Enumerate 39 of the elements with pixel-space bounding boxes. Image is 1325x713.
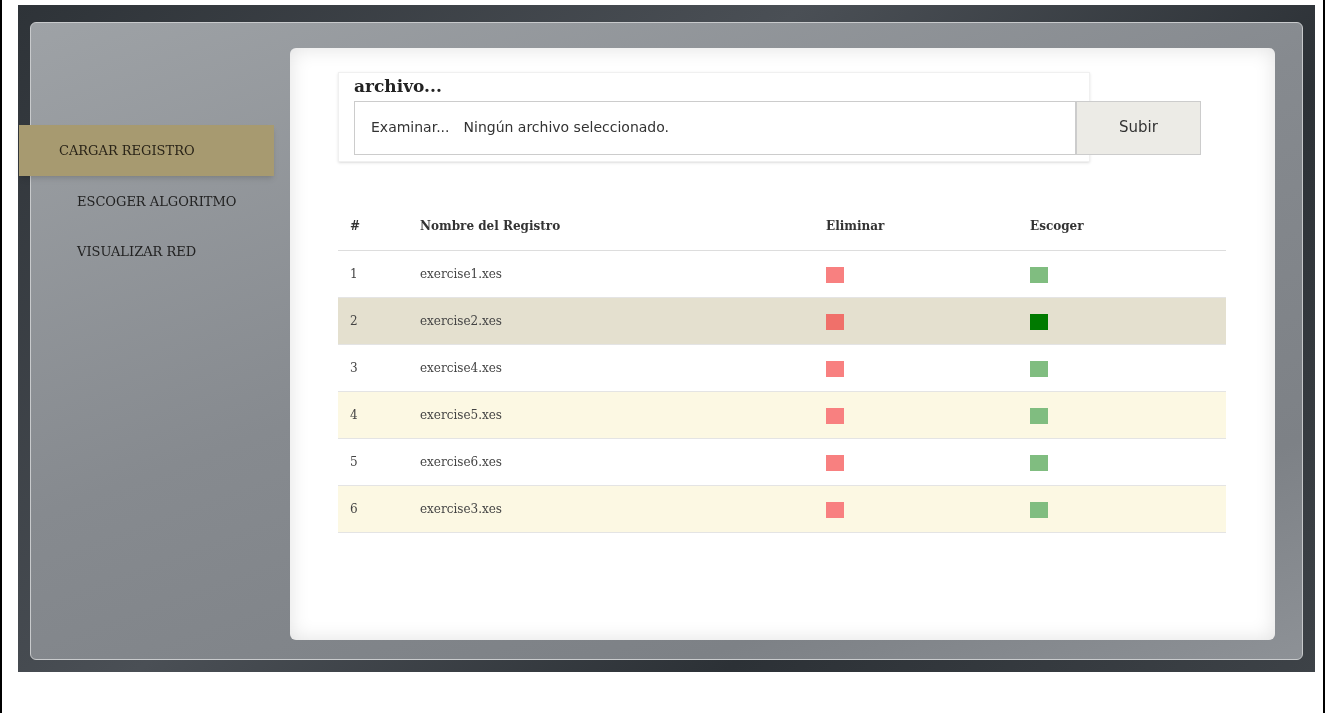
- choose-square-icon[interactable]: [1030, 501, 1048, 518]
- file-input[interactable]: Examinar... Ningún archivo seleccionado.: [354, 100, 1076, 155]
- file-name: exercise3.xes: [420, 502, 502, 516]
- nav-item[interactable]: CARGAR REGISTRO: [19, 125, 274, 176]
- table-row[interactable]: 1 exercise1.xes: [338, 250, 1226, 298]
- column-header: #: [350, 219, 361, 234]
- file-status: Ningún archivo seleccionado.: [463, 118, 669, 137]
- upload-button[interactable]: Subir: [1076, 100, 1201, 155]
- delete-square-icon[interactable]: [826, 501, 844, 518]
- row-number: 4: [350, 408, 358, 422]
- choose-square-icon[interactable]: [1030, 407, 1048, 424]
- file-name: exercise2.xes: [420, 314, 502, 328]
- delete-square-icon[interactable]: [826, 407, 844, 424]
- file-name: exercise4.xes: [420, 361, 502, 375]
- row-number: 3: [350, 361, 358, 375]
- column-header: Nombre del Registro: [420, 219, 561, 234]
- browse-button[interactable]: Examinar...: [371, 117, 450, 138]
- table-row[interactable]: 3 exercise4.xes: [338, 344, 1226, 392]
- choose-square-icon[interactable]: [1030, 360, 1048, 377]
- nav-item[interactable]: ESCOGER ALGORITMO: [19, 178, 274, 226]
- file-name: exercise6.xes: [420, 455, 502, 469]
- row-number: 6: [350, 502, 358, 516]
- choose-square-icon[interactable]: [1030, 454, 1048, 471]
- row-number: 5: [350, 455, 358, 469]
- delete-square-icon[interactable]: [826, 313, 844, 330]
- row-number: 1: [350, 267, 358, 281]
- choose-square-icon[interactable]: [1030, 313, 1048, 330]
- column-header: Escoger: [1030, 219, 1084, 234]
- row-number: 2: [350, 314, 358, 328]
- choose-square-icon[interactable]: [1030, 266, 1048, 283]
- nav-item[interactable]: VISUALIZAR RED: [19, 228, 274, 276]
- table-row[interactable]: 5 exercise6.xes: [338, 438, 1226, 486]
- file-name: exercise5.xes: [420, 408, 502, 422]
- delete-square-icon[interactable]: [826, 454, 844, 471]
- column-header: Eliminar: [826, 219, 885, 234]
- file-name: exercise1.xes: [420, 267, 502, 281]
- delete-square-icon[interactable]: [826, 360, 844, 377]
- upload-label: archivo...: [354, 75, 443, 98]
- delete-square-icon[interactable]: [826, 266, 844, 283]
